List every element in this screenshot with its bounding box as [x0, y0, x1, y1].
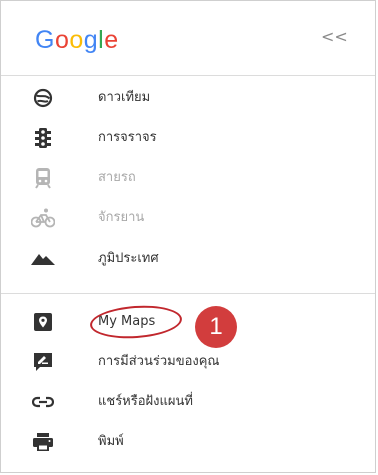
menu-item-share-embed[interactable]: แชร์หรือฝังแผนที่	[1, 382, 375, 422]
menu-item-label: พิมพ์	[98, 434, 124, 449]
menu-item-terrain[interactable]: ภูมิประเทศ	[1, 239, 375, 279]
menu-item-contributions[interactable]: การมีส่วนร่วมของคุณ	[1, 342, 375, 382]
map-pin-icon	[31, 310, 55, 334]
menu-item-my-maps[interactable]: My Maps	[1, 302, 375, 342]
logo-letter: g	[83, 26, 99, 54]
menu-header: Google <<	[1, 1, 375, 75]
menu-item-label: จักรยาน	[98, 210, 145, 225]
satellite-icon	[31, 86, 55, 110]
menu-item-label: การจราจร	[98, 130, 157, 145]
menu-item-transit[interactable]: สายรถ	[1, 158, 375, 198]
google-logo: Google	[35, 25, 119, 55]
terrain-icon	[31, 247, 55, 271]
bicycle-icon	[31, 206, 55, 230]
menu-item-print[interactable]: พิมพ์	[1, 422, 375, 462]
menu-item-traffic[interactable]: การจราจร	[1, 118, 375, 158]
menu-item-label: แชร์หรือฝังแผนที่	[98, 394, 193, 409]
menu-item-label: ดาวเทียม	[98, 90, 151, 105]
printer-icon	[31, 430, 55, 454]
link-icon	[31, 390, 55, 414]
collapse-menu-button[interactable]: <<	[321, 25, 348, 49]
divider	[1, 75, 375, 76]
menu-item-label: การมีส่วนร่วมของคุณ	[98, 354, 220, 369]
logo-letter: o	[54, 26, 70, 54]
logo-letter: G	[35, 26, 55, 54]
menu-item-label: ภูมิประเทศ	[98, 251, 159, 266]
menu-item-bicycle[interactable]: จักรยาน	[1, 198, 375, 238]
transit-icon	[31, 166, 55, 190]
divider	[1, 293, 375, 294]
edit-icon	[31, 350, 55, 374]
maps-side-menu: Google << ดาวเทียม การจราจร สายรถ จักรยา…	[0, 0, 376, 473]
menu-item-label: สายรถ	[98, 170, 136, 185]
traffic-light-icon	[31, 126, 55, 150]
logo-letter: e	[104, 26, 119, 54]
step-number-badge: 1	[195, 306, 237, 348]
logo-letter: o	[69, 26, 84, 54]
menu-item-satellite[interactable]: ดาวเทียม	[1, 78, 375, 118]
